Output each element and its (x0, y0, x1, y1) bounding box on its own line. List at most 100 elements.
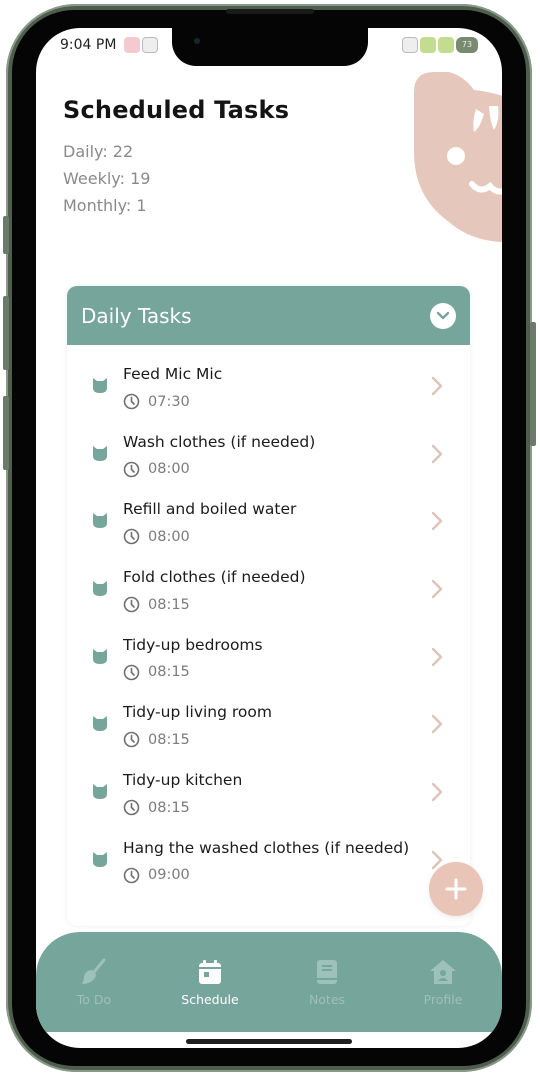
chevron-right-icon[interactable] (429, 646, 445, 668)
task-time: 08:15 (123, 596, 190, 613)
plus-icon (445, 878, 467, 900)
tab-label: Notes (308, 992, 346, 1007)
cat-bullet-icon (93, 445, 107, 461)
clock-icon (123, 732, 140, 748)
task-name: Hang the washed clothes (if needed) (123, 838, 410, 857)
tab-label: To Do (76, 992, 112, 1007)
cat-face-decoration-icon (414, 72, 502, 242)
stat-daily: Daily: 22 (63, 142, 134, 161)
task-name: Tidy-up bedrooms (123, 635, 263, 654)
task-row[interactable]: Tidy-up kitchen 08:15 (67, 759, 470, 827)
sticker-status-icon (438, 37, 454, 53)
chevron-right-icon[interactable] (429, 510, 445, 532)
task-name: Tidy-up living room (123, 703, 272, 722)
task-name: Fold clothes (if needed) (123, 568, 306, 587)
clock-icon (123, 799, 140, 816)
tab-schedule[interactable]: Schedule (165, 958, 255, 1007)
task-row[interactable]: Wash clothes (if needed) 08:00 (67, 421, 470, 489)
speaker-grille (226, 9, 314, 14)
clock-icon (123, 596, 140, 613)
stat-weekly: Weekly: 19 (63, 169, 151, 188)
tab-label: Profile (423, 992, 463, 1007)
chevron-right-icon[interactable] (429, 443, 445, 465)
status-icons: 73 (402, 37, 478, 53)
task-row[interactable]: Tidy-up bedrooms 08:15 (67, 624, 470, 692)
chevron-down-icon (436, 311, 450, 319)
task-time-text: 08:15 (148, 664, 190, 681)
section-title: Daily Tasks (81, 303, 192, 328)
daily-tasks-header[interactable]: Daily Tasks (67, 286, 470, 345)
task-row[interactable]: Refill and boiled water 08:00 (67, 488, 470, 556)
volume-down-button (3, 396, 9, 470)
sticker-notification-icon (124, 37, 140, 53)
clock-icon (123, 393, 140, 410)
task-time-text: 08:15 (148, 731, 190, 748)
task-time: 08:15 (123, 664, 190, 681)
collapse-button[interactable] (430, 302, 456, 329)
page-title: Scheduled Tasks (63, 96, 290, 124)
tab-notes[interactable]: Notes (282, 958, 372, 1007)
task-time: 07:30 (123, 393, 190, 410)
task-time-text: 07:30 (148, 393, 190, 410)
add-task-button[interactable] (429, 862, 483, 916)
clock-icon (123, 529, 140, 545)
task-name: Tidy-up kitchen (123, 771, 243, 790)
mute-switch (3, 216, 9, 254)
cat-bullet-icon (93, 513, 107, 529)
task-time: 08:15 (123, 799, 190, 816)
app-screen: 9:04 PM 73 Scheduled Tasks Daily: 22 Wee… (36, 28, 502, 1048)
chevron-right-icon[interactable] (429, 781, 445, 803)
camera (194, 38, 200, 44)
task-time-text: 08:15 (148, 799, 190, 816)
task-time: 08:00 (123, 528, 190, 545)
cat-bullet-icon (93, 716, 107, 732)
battery-icon: 73 (456, 37, 478, 53)
task-time: 09:00 (123, 867, 190, 884)
task-name: Wash clothes (if needed) (123, 432, 316, 451)
task-time-text: 08:00 (148, 461, 190, 478)
clock-icon (123, 461, 140, 477)
task-row[interactable]: Tidy-up living room 08:15 (67, 691, 470, 759)
page-header: Scheduled Tasks Daily: 22 Weekly: 19 Mon… (63, 96, 289, 219)
cat-bullet-icon (93, 784, 107, 800)
task-name: Feed Mic Mic (123, 365, 223, 383)
wifi-sticker-icon (420, 37, 436, 53)
tab-todo[interactable]: To Do (49, 958, 139, 1007)
clock-icon (123, 664, 140, 681)
task-row[interactable]: Hang the washed clothes (if needed) 09:0… (67, 827, 470, 895)
notebook-icon (317, 960, 337, 984)
notification-icons (124, 37, 158, 53)
cat-bullet-icon (93, 851, 107, 867)
task-time: 08:15 (123, 731, 190, 748)
tab-profile[interactable]: Profile (398, 958, 488, 1007)
task-time-text: 09:00 (148, 867, 190, 884)
task-name: Refill and boiled water (123, 500, 297, 519)
cat-bullet-icon (93, 378, 107, 393)
task-list: Feed Mic Mic 07:30 Wash clothes (if need… (67, 345, 470, 895)
tab-label: Schedule (181, 992, 239, 1007)
daily-tasks-card: Daily Tasks Feed Mic Mic 07:30 Wash clot… (67, 286, 470, 926)
cat-bullet-icon (93, 648, 107, 664)
notch (172, 28, 368, 66)
calendar-icon (199, 960, 221, 984)
status-time: 9:04 PM (60, 37, 117, 53)
task-stats: Daily: 22 Weekly: 19 Monthly: 1 (63, 138, 289, 219)
volume-up-button (3, 296, 9, 370)
home-user-icon (430, 960, 456, 984)
task-time-text: 08:15 (148, 596, 190, 613)
chevron-right-icon[interactable] (429, 375, 445, 397)
panda-notification-icon (142, 37, 158, 53)
bottom-tab-bar: To Do Schedule Notes Profile (36, 932, 502, 1032)
task-row[interactable]: Fold clothes (if needed) 08:15 (67, 556, 470, 624)
stat-monthly: Monthly: 1 (63, 196, 147, 215)
power-button (530, 322, 536, 446)
cat-bullet-icon (93, 581, 107, 597)
chevron-right-icon[interactable] (429, 578, 445, 600)
home-indicator[interactable] (186, 1039, 352, 1044)
panda-signal-icon (402, 37, 418, 53)
task-row[interactable]: Feed Mic Mic 07:30 (67, 353, 470, 421)
broom-icon (82, 958, 106, 984)
task-time: 08:00 (123, 461, 190, 478)
clock-icon (123, 867, 140, 884)
chevron-right-icon[interactable] (429, 713, 445, 735)
